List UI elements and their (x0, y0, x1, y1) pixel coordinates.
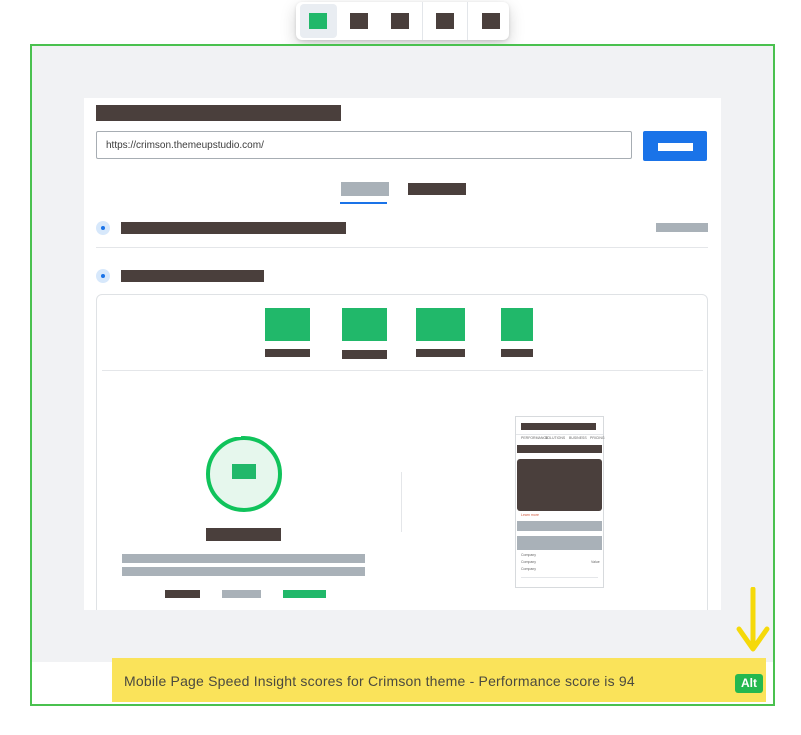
align-full-button[interactable] (472, 4, 509, 38)
block-toolbar (296, 2, 509, 40)
url-input[interactable]: https://crimson.themeupstudio.com/ (96, 131, 632, 159)
analyze-button[interactable] (643, 131, 707, 161)
preview-header (521, 423, 596, 430)
label-accessibility (342, 350, 387, 359)
score-seo[interactable] (501, 308, 533, 341)
score-accessibility[interactable] (342, 308, 387, 341)
arrow-down-icon (736, 587, 770, 652)
score-performance[interactable] (265, 308, 310, 341)
preview-divider (516, 434, 603, 435)
legend-pass (283, 590, 326, 598)
gauge-gap (233, 432, 241, 437)
align-wide-button[interactable] (427, 4, 464, 38)
crux-status (656, 223, 708, 232)
preview-link: Learn more (521, 513, 539, 517)
align-center-icon (349, 13, 368, 29)
preview-heading (517, 445, 602, 453)
label-seo (501, 349, 533, 357)
tab-desktop[interactable] (408, 183, 466, 195)
preview-row-label: Company (521, 553, 536, 557)
align-right-icon (390, 13, 409, 29)
preview-nav-4: PRICING (590, 436, 605, 440)
performance-note-line (122, 567, 365, 576)
crux-icon (96, 221, 110, 235)
preview-block (517, 536, 602, 550)
card-divider (102, 370, 703, 371)
performance-label (206, 528, 281, 541)
preview-row-value: Value (591, 560, 600, 564)
caption-text[interactable]: Mobile Page Speed Insight scores for Cri… (124, 673, 635, 689)
lighthouse-icon (96, 269, 110, 283)
legend-average (222, 590, 261, 598)
align-wide-icon (436, 13, 455, 29)
performance-note-line (122, 554, 365, 563)
active-tab-indicator (340, 202, 387, 204)
section-divider (96, 247, 708, 248)
align-full-icon (481, 13, 500, 29)
card-vertical-divider (401, 472, 402, 532)
page-title (96, 105, 341, 121)
tab-mobile[interactable] (341, 182, 389, 196)
align-right-button[interactable] (381, 4, 418, 38)
legend-fail (165, 590, 200, 598)
align-left-icon (309, 13, 328, 29)
image-caption[interactable]: Mobile Page Speed Insight scores for Cri… (112, 658, 766, 702)
preview-nav-3: BUSINESS (569, 436, 587, 440)
preview-row-label: Company (521, 560, 536, 564)
label-performance (265, 349, 310, 357)
align-left-button[interactable] (300, 4, 337, 38)
analyze-label (658, 143, 693, 151)
pagespeed-screenshot: https://crimson.themeupstudio.com/ PERFO… (84, 98, 721, 610)
preview-block (517, 521, 602, 531)
toolbar-divider (421, 2, 423, 40)
label-best-practices (416, 349, 465, 357)
performance-score-value (232, 464, 256, 479)
crux-heading (121, 222, 346, 234)
preview-hero-image (517, 459, 602, 511)
preview-row-label: Company (521, 567, 536, 571)
mobile-screenshot-preview: PERFORMANCE SOLUTIONS BUSINESS PRICING L… (515, 416, 605, 588)
alt-badge[interactable]: Alt (735, 674, 763, 693)
diagnose-heading (121, 270, 264, 282)
preview-nav-2: SOLUTIONS (545, 436, 566, 440)
image-block[interactable]: https://crimson.themeupstudio.com/ PERFO… (30, 44, 775, 706)
preview-divider (521, 577, 598, 578)
align-center-button[interactable] (341, 4, 378, 38)
toolbar-divider (467, 2, 469, 40)
score-best-practices[interactable] (416, 308, 465, 341)
